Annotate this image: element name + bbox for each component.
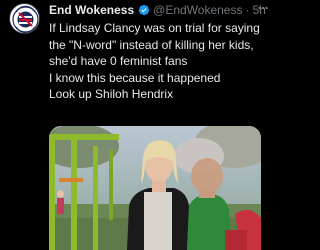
author-handle[interactable]: @EndWokeness bbox=[153, 3, 242, 17]
tweet[interactable]: End Wokeness @EndWokeness · 5h If Lindsa… bbox=[0, 0, 273, 250]
tweet-header: End Wokeness @EndWokeness · 5h bbox=[49, 3, 267, 17]
avatar[interactable] bbox=[9, 3, 40, 34]
more-options-icon[interactable] bbox=[258, 2, 268, 17]
separator-dot: · bbox=[245, 3, 250, 17]
tweet-paragraph: If Lindsay Clancy was on trial for sayin… bbox=[49, 21, 260, 68]
author-name[interactable]: End Wokeness bbox=[49, 3, 134, 17]
tweet-paragraph: Look up Shiloh Hendrix bbox=[49, 87, 174, 101]
playground-photo bbox=[49, 126, 261, 250]
tweet-paragraph: I know this because it happened bbox=[49, 70, 221, 85]
end-wokeness-logo bbox=[10, 4, 39, 33]
tweet-text: If Lindsay Clancy was on trial for sayin… bbox=[49, 20, 267, 103]
verified-badge-icon[interactable] bbox=[138, 4, 150, 16]
tweet-media-image[interactable] bbox=[49, 126, 261, 250]
